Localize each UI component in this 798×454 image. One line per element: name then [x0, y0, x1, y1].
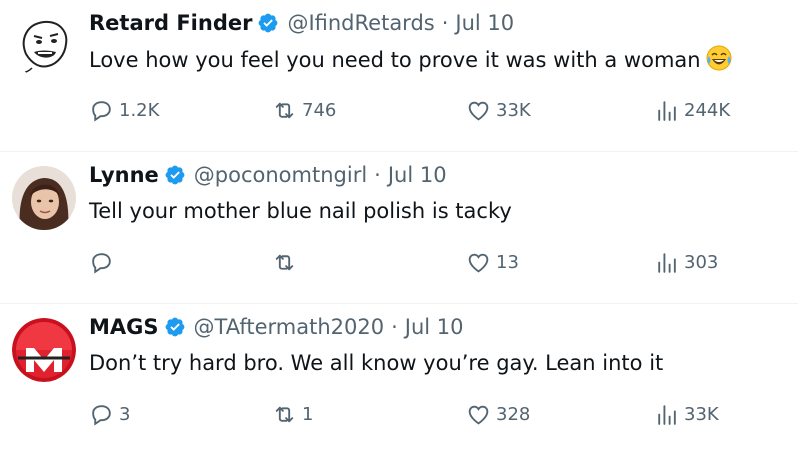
separator: ·: [441, 11, 449, 35]
handle[interactable]: @IfindRetards: [287, 11, 434, 35]
reply-button[interactable]: 3: [89, 398, 130, 430]
retweet-count: 1: [302, 403, 314, 425]
reply-count: 1.2K: [119, 99, 160, 121]
tweet-header: Retard Finder @IfindRetards · Jul 10: [89, 6, 788, 40]
verified-badge-icon: [164, 164, 186, 186]
views-chart-icon: [658, 404, 676, 425]
views-chart-icon: [658, 252, 676, 273]
retweet-icon: [275, 406, 294, 422]
handle[interactable]: @poconomtngirl: [194, 163, 367, 187]
views-button[interactable]: 303: [654, 246, 718, 278]
views-count: 33K: [684, 403, 719, 425]
retweet-icon: [275, 102, 294, 118]
views-count: 244K: [684, 99, 731, 121]
red-m-logo-avatar-icon: [12, 318, 76, 382]
handle[interactable]: @TAftermath2020: [194, 315, 385, 339]
display-name[interactable]: Lynne: [89, 163, 159, 187]
tweet-actions: 1.2K 746 33K 244K: [89, 94, 789, 126]
views-count: 303: [684, 251, 719, 273]
avatar[interactable]: [12, 166, 76, 230]
views-chart-icon: [658, 100, 676, 121]
views-button[interactable]: 33K: [654, 398, 719, 430]
tweet-text: Tell your mother blue nail polish is tac…: [89, 199, 512, 223]
like-button[interactable]: 328: [466, 398, 530, 430]
reply-icon: [92, 100, 111, 122]
verified-badge-icon: [164, 316, 186, 338]
reply-icon: [92, 404, 111, 426]
tweet-text: Don’t try hard bro. We all know you’re g…: [89, 351, 664, 375]
tweet[interactable]: Retard Finder @IfindRetards · Jul 10 Lov…: [0, 0, 798, 152]
tweet[interactable]: MAGS @TAftermath2020 · Jul 10 Don’t try …: [0, 304, 798, 454]
like-count: 328: [496, 403, 531, 425]
like-button[interactable]: 13: [466, 246, 519, 278]
portrait-avatar-icon: [12, 166, 76, 230]
retweet-count: 746: [302, 99, 337, 121]
heart-icon: [468, 253, 489, 272]
avatar[interactable]: [12, 318, 76, 382]
like-count: 33K: [496, 99, 531, 121]
tweet-text: Love how you feel you need to prove it w…: [89, 44, 788, 75]
reply-count: 3: [119, 403, 131, 425]
face-with-tears-of-joy-icon: [705, 44, 733, 72]
verified-badge-icon: [257, 12, 279, 34]
tweet-actions: 13 303: [89, 246, 789, 278]
retweet-icon: [275, 254, 294, 270]
retweet-button[interactable]: [272, 246, 302, 278]
views-button[interactable]: 244K: [654, 94, 730, 126]
retweet-button[interactable]: 746: [272, 94, 336, 126]
reply-button[interactable]: 1.2K: [89, 94, 159, 126]
timestamp[interactable]: Jul 10: [405, 315, 464, 339]
meme-face-avatar-icon: [12, 14, 76, 78]
display-name[interactable]: MAGS: [89, 315, 159, 339]
heart-icon: [468, 405, 489, 424]
tweet-text-content: Love how you feel you need to prove it w…: [89, 48, 701, 72]
reply-icon: [92, 252, 111, 274]
like-count: 13: [496, 251, 519, 273]
timestamp[interactable]: Jul 10: [388, 163, 447, 187]
heart-icon: [468, 101, 489, 120]
tweet-header: MAGS @TAftermath2020 · Jul 10: [89, 310, 788, 344]
like-button[interactable]: 33K: [466, 94, 531, 126]
display-name[interactable]: Retard Finder: [89, 11, 252, 35]
reply-button[interactable]: [89, 246, 119, 278]
separator: ·: [374, 163, 381, 187]
separator: ·: [391, 315, 398, 339]
tweet-header: Lynne @poconomtngirl · Jul 10: [89, 158, 788, 192]
tweet-actions: 3 1 328 33K: [89, 398, 789, 430]
avatar[interactable]: [12, 14, 76, 78]
retweet-button[interactable]: 1: [272, 398, 313, 430]
tweet[interactable]: Lynne @poconomtngirl · Jul 10 Tell your …: [0, 152, 798, 304]
timestamp[interactable]: Jul 10: [455, 11, 514, 35]
